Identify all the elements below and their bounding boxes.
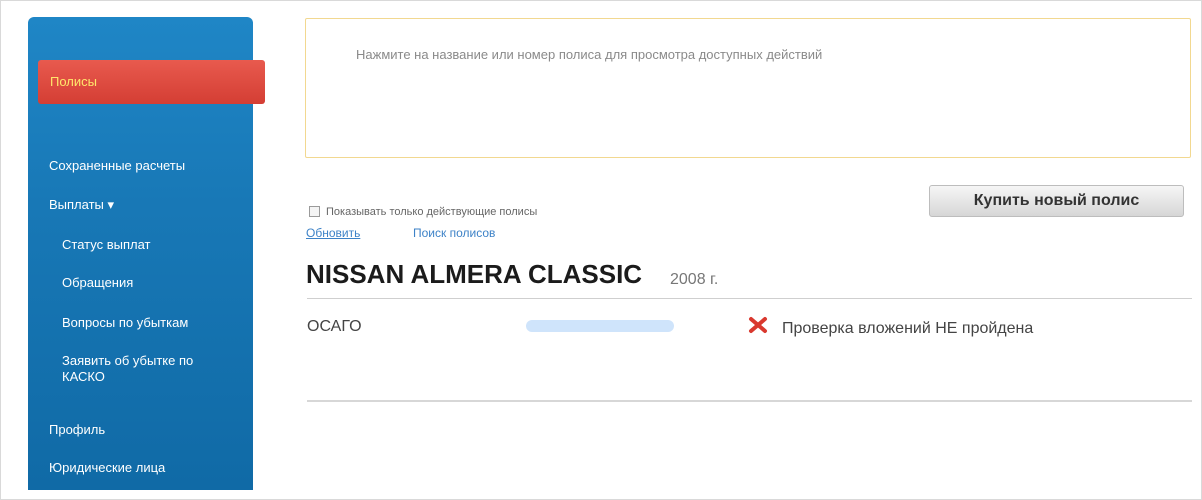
page: Полисы Сохраненные расчеты Выплаты ▾ Ста… [0,0,1202,500]
search-policies-link[interactable]: Поиск полисов [413,226,495,240]
divider [307,400,1192,402]
sidebar-item-loss-questions[interactable]: Вопросы по убыткам [28,315,253,331]
divider [307,298,1192,299]
sidebar-item-requests[interactable]: Обращения [28,275,253,291]
sidebar-item-label: Юридические лица [49,460,166,475]
sidebar-item-report-casco-loss[interactable]: Заявить об убытке по КАСКО [28,353,228,385]
sidebar-item-payment-status[interactable]: Статус выплат [28,237,253,253]
error-x-icon [749,317,767,333]
vehicle-year: 2008 г. [670,271,719,288]
vehicle-title[interactable]: NISSAN ALMERA CLASSIC [306,259,642,290]
info-message: Нажмите на название или номер полиса для… [356,47,823,62]
info-panel: Нажмите на название или номер полиса для… [305,18,1191,158]
sidebar-item-legal-entities[interactable]: Юридические лица [28,460,253,476]
sidebar-item-label: Выплаты ▾ [49,197,115,212]
show-active-label: Показывать только действующие полисы [326,206,538,218]
sidebar-item-label: Полисы [50,74,97,89]
attachment-check-status: Проверка вложений НЕ пройдена [782,320,1034,337]
sidebar-item-label: Обращения [62,275,134,290]
sidebar-item-profile[interactable]: Профиль [28,422,253,438]
sidebar-item-saved-calculations[interactable]: Сохраненные расчеты [28,158,253,174]
buy-new-policy-button[interactable]: Купить новый полис [929,185,1184,217]
sidebar-item-label: Статус выплат [62,237,151,252]
sidebar: Полисы Сохраненные расчеты Выплаты ▾ Ста… [28,17,265,490]
sidebar-item-payments[interactable]: Выплаты ▾ [28,197,253,213]
policy-number-link[interactable] [526,320,674,332]
sidebar-item-label: Вопросы по убыткам [62,315,189,330]
sidebar-item-label: Заявить об убытке по КАСКО [62,353,194,384]
sidebar-item-label: Профиль [49,422,106,437]
sidebar-item-label: Сохраненные расчеты [49,158,186,173]
policy-type[interactable]: ОСАГО [307,318,362,336]
refresh-link[interactable]: Обновить [306,226,360,240]
show-active-checkbox[interactable] [309,206,320,217]
sidebar-item-policies[interactable]: Полисы [38,60,265,104]
